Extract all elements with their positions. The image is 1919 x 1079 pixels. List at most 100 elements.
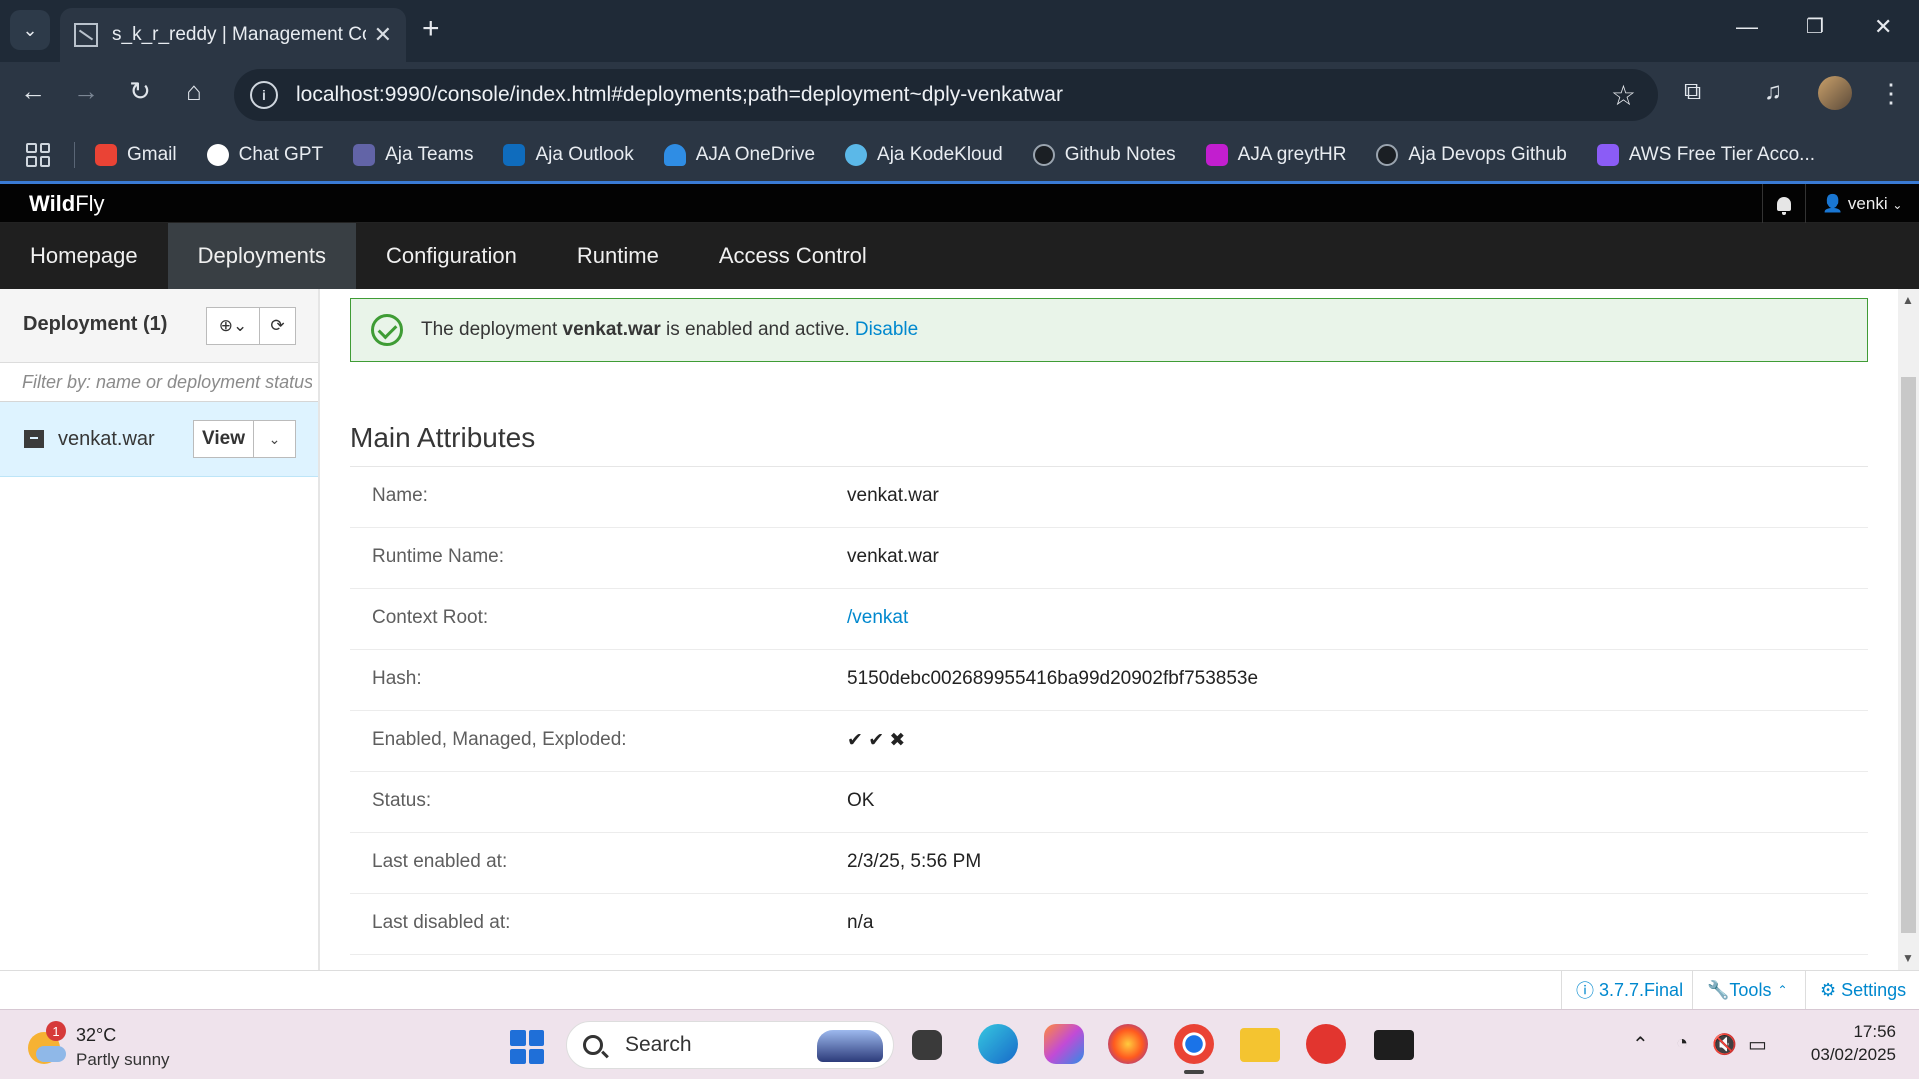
restore-window-icon[interactable]: ❐ xyxy=(1806,14,1824,39)
bookmark-aja-teams[interactable]: Aja Teams xyxy=(353,143,474,166)
taskbar-search[interactable]: Search xyxy=(566,1021,894,1069)
alert-prefix: The deployment xyxy=(421,319,558,340)
close-window-icon[interactable]: ✕ xyxy=(1874,14,1892,40)
address-bar[interactable]: i localhost:9990/console/index.html#depl… xyxy=(234,69,1658,121)
main-navigation: Homepage Deployments Configuration Runti… xyxy=(0,223,1919,289)
add-deployment-button[interactable]: ⊕⌄ xyxy=(206,307,260,345)
refresh-button[interactable]: ⟳ xyxy=(260,307,296,345)
search-icon xyxy=(583,1035,603,1055)
attribute-label: Context Root: xyxy=(372,607,489,628)
copilot-icon[interactable] xyxy=(1044,1024,1084,1064)
bookmark-star-icon[interactable]: ☆ xyxy=(1611,79,1636,112)
wifi-icon[interactable]: ◔ xyxy=(1676,1032,1688,1055)
reload-icon[interactable]: ↻ xyxy=(122,76,158,107)
terminal-icon[interactable] xyxy=(1374,1030,1414,1060)
onedrive-icon xyxy=(663,143,686,166)
item-actions-dropdown[interactable]: ⌄ xyxy=(253,420,296,458)
wildfly-logo[interactable]: WildFly xyxy=(29,191,105,217)
deployment-list-header: Deployment (1) ⊕⌄ ⟳ xyxy=(0,289,318,363)
bookmark-aja-onedrive[interactable]: AJA OneDrive xyxy=(663,143,815,166)
nav-runtime[interactable]: Runtime xyxy=(547,223,689,289)
bookmark-chat-gpt[interactable]: Chat GPT xyxy=(206,143,323,166)
minimize-window-icon[interactable]: — xyxy=(1736,14,1758,40)
user-menu[interactable]: 👤 venki ⌄ xyxy=(1822,194,1902,214)
tools-menu[interactable]: 🔧 Tools ⌃ xyxy=(1692,971,1802,1009)
clock-date: 03/02/2025 xyxy=(1810,1045,1896,1064)
bookmark-label: Aja KodeKloud xyxy=(877,143,1003,165)
scrollbar-thumb[interactable] xyxy=(1901,377,1916,933)
nav-configuration[interactable]: Configuration xyxy=(356,223,547,289)
bookmark-aja-greythr[interactable]: AJA greytHR xyxy=(1205,143,1346,166)
home-icon[interactable]: ⌂ xyxy=(176,76,212,107)
file-explorer-icon[interactable] xyxy=(1240,1028,1280,1062)
windows-start-icon[interactable] xyxy=(510,1030,544,1064)
attribute-row-last-disabled: Last disabled at: n/a xyxy=(350,894,1868,955)
back-arrow-icon[interactable]: ← xyxy=(15,76,51,107)
attribute-label: Name: xyxy=(372,485,428,506)
aws-icon xyxy=(1596,143,1619,166)
battery-icon[interactable]: ▭ xyxy=(1748,1032,1767,1057)
forward-arrow-icon[interactable]: → xyxy=(68,76,104,107)
nav-access-control[interactable]: Access Control xyxy=(689,223,897,289)
tab-search-button[interactable]: ⌄ xyxy=(10,10,50,50)
weather-badge: 1 xyxy=(46,1021,66,1041)
context-root-link[interactable]: /venkat xyxy=(847,607,908,629)
chevron-down-icon: ⌄ xyxy=(1892,198,1903,212)
bookmark-gmail[interactable]: Gmail xyxy=(95,143,177,166)
task-view-icon[interactable] xyxy=(912,1030,942,1060)
nav-deployments[interactable]: Deployments xyxy=(167,223,357,289)
attribute-label: Last disabled at: xyxy=(372,912,511,933)
gmail-icon xyxy=(95,143,117,166)
close-tab-icon[interactable]: ✕ xyxy=(374,22,392,48)
bookmark-aja-outlook[interactable]: Aja Outlook xyxy=(503,143,634,166)
attribute-label: Status: xyxy=(372,790,432,811)
volume-muted-icon[interactable]: 🔇 xyxy=(1712,1032,1737,1057)
add-circle-icon: ⊕⌄ xyxy=(218,316,248,335)
github-icon xyxy=(1376,143,1399,166)
site-info-icon[interactable]: i xyxy=(250,81,278,109)
firefox-icon[interactable] xyxy=(1108,1024,1148,1064)
logo-rest-text: Fly xyxy=(75,191,105,216)
deployment-list-item[interactable]: venkat.war View ⌄ xyxy=(0,402,318,477)
deployment-item-name: venkat.war xyxy=(58,428,155,450)
profile-avatar[interactable] xyxy=(1818,76,1852,110)
filter-input[interactable] xyxy=(22,371,312,393)
weather-condition: Partly sunny xyxy=(76,1050,170,1069)
attribute-row-last-enabled: Last enabled at: 2/3/25, 5:56 PM xyxy=(350,833,1868,894)
refresh-icon: ⟳ xyxy=(270,316,285,335)
scroll-up-icon[interactable]: ▲ xyxy=(1902,293,1914,307)
media-control-icon[interactable]: ♫ xyxy=(1764,78,1782,106)
disable-link[interactable]: Disable xyxy=(855,319,918,340)
system-clock[interactable]: 17:56 03/02/2025 xyxy=(1796,1020,1896,1066)
show-hidden-icons-chevron-up-icon[interactable]: ⌃ xyxy=(1632,1032,1649,1057)
apps-grid-icon[interactable] xyxy=(26,142,50,167)
bookmark-github-notes[interactable]: Github Notes xyxy=(1032,143,1176,166)
version-link[interactable]: ⓘ 3.7.7.Final xyxy=(1561,971,1697,1009)
search-highlight-image xyxy=(817,1030,883,1062)
logo-bold-text: Wild xyxy=(29,191,76,216)
notifications-button[interactable] xyxy=(1762,184,1806,223)
wps-office-icon[interactable] xyxy=(1306,1024,1346,1064)
nav-homepage[interactable]: Homepage xyxy=(0,223,168,289)
attribute-label: Enabled, Managed, Exploded: xyxy=(372,729,627,750)
edge-browser-icon[interactable] xyxy=(978,1024,1018,1064)
content-scrollbar[interactable]: ▲ ▼ xyxy=(1898,289,1919,970)
bookmark-aja-devops-github[interactable]: Aja Devops Github xyxy=(1376,143,1567,166)
archive-icon xyxy=(24,430,44,448)
browser-menu-icon[interactable]: ⋮ xyxy=(1878,78,1904,109)
chrome-icon[interactable] xyxy=(1174,1024,1214,1074)
attribute-row-status: Status: OK xyxy=(350,772,1868,833)
gear-icon: ⚙ xyxy=(1820,979,1842,1000)
new-tab-button[interactable]: + xyxy=(422,12,440,46)
browser-tab[interactable]: s_k_r_reddy | Management Con ✕ xyxy=(60,8,406,62)
view-button[interactable]: View xyxy=(193,420,254,458)
greythr-icon xyxy=(1205,143,1228,166)
bookmark-aja-kodekloud[interactable]: Aja KodeKloud xyxy=(845,143,1003,166)
bookmark-label: Aja Teams xyxy=(385,143,474,165)
extensions-icon[interactable]: ⧉ xyxy=(1684,78,1701,106)
scroll-down-icon[interactable]: ▼ xyxy=(1902,951,1914,965)
bookmark-aws-free-tier[interactable]: AWS Free Tier Acco... xyxy=(1596,143,1815,166)
url-text[interactable]: localhost:9990/console/index.html#deploy… xyxy=(296,83,1611,107)
settings-link[interactable]: ⚙ Settings xyxy=(1805,971,1919,1009)
bell-icon xyxy=(1777,196,1791,215)
